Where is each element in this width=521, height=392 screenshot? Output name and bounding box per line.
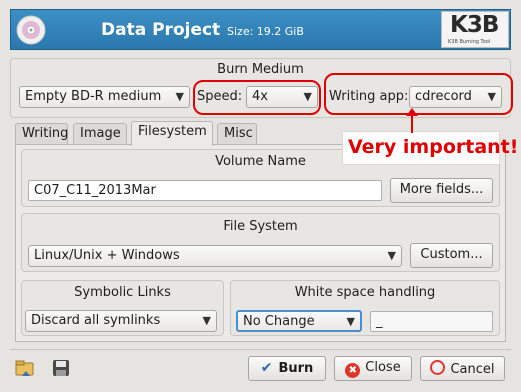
project-header: Data Project Size: 19.2 GiB K3B K3B Burn… bbox=[10, 9, 511, 50]
burn-medium-value: Empty BD-R medium bbox=[25, 89, 162, 104]
annotation-arrow-icon bbox=[406, 108, 418, 133]
burn-button[interactable]: ✔ Burn bbox=[248, 356, 326, 381]
whitespace-select[interactable]: No Change ▼ bbox=[236, 310, 362, 332]
annotation-callout: Very important! bbox=[342, 131, 518, 165]
close-icon: ✖ bbox=[345, 363, 361, 378]
volume-name-input[interactable]: C07_C11_2013Mar bbox=[28, 180, 382, 201]
cancel-icon bbox=[430, 360, 446, 375]
footer-divider bbox=[10, 349, 511, 350]
save-icon[interactable] bbox=[50, 357, 72, 379]
project-title: Data Project bbox=[101, 20, 221, 40]
tab-filesystem[interactable]: Filesystem bbox=[131, 121, 213, 146]
custom-button[interactable]: Custom... bbox=[410, 243, 493, 268]
logo-tagline: K3B Burning Tool bbox=[448, 39, 491, 45]
close-button[interactable]: ✖ Close bbox=[334, 356, 412, 381]
symlinks-value: Discard all symlinks bbox=[31, 313, 161, 328]
k3b-logo: K3B K3B Burning Tool bbox=[441, 11, 509, 48]
whitespace-replace-input[interactable]: _ bbox=[370, 311, 493, 332]
whitespace-value: No Change bbox=[243, 314, 315, 329]
logo-text: K3B bbox=[450, 12, 499, 38]
project-size: Size: 19.2 GiB bbox=[227, 25, 304, 38]
chevron-down-icon: ▼ bbox=[303, 90, 312, 103]
chevron-down-icon: ▼ bbox=[487, 90, 496, 103]
chevron-down-icon: ▼ bbox=[387, 249, 396, 262]
disc-icon bbox=[16, 15, 46, 45]
symbolic-links-title: Symbolic Links bbox=[74, 285, 171, 300]
tab-writing[interactable]: Writing bbox=[15, 123, 68, 144]
burn-button-label: Burn bbox=[278, 361, 314, 376]
speed-label: Speed: bbox=[197, 89, 243, 104]
writing-app-label: Writing app: bbox=[329, 89, 409, 104]
cancel-button[interactable]: Cancel bbox=[420, 356, 505, 381]
speed-value: 4x bbox=[252, 89, 268, 104]
tab-image[interactable]: Image bbox=[73, 123, 127, 144]
writing-app-select[interactable]: cdrecord ▼ bbox=[409, 86, 502, 108]
tab-misc[interactable]: Misc bbox=[217, 123, 257, 144]
chevron-down-icon: ▼ bbox=[175, 90, 184, 103]
symlinks-select[interactable]: Discard all symlinks ▼ bbox=[25, 310, 217, 332]
chevron-down-icon: ▼ bbox=[346, 315, 355, 328]
file-system-title: File System bbox=[223, 219, 298, 234]
writing-app-value: cdrecord bbox=[415, 89, 472, 104]
whitespace-title: White space handling bbox=[294, 285, 436, 300]
cancel-button-label: Cancel bbox=[450, 362, 495, 377]
chevron-down-icon: ▼ bbox=[202, 314, 211, 327]
more-fields-button[interactable]: More fields... bbox=[390, 178, 493, 203]
file-system-select[interactable]: Linux/Unix + Windows ▼ bbox=[28, 245, 402, 267]
close-button-label: Close bbox=[365, 360, 401, 375]
load-settings-icon[interactable] bbox=[14, 357, 36, 379]
burn-medium-title: Burn Medium bbox=[217, 62, 304, 77]
checkmark-icon: ✔ bbox=[260, 360, 273, 376]
speed-select[interactable]: 4x ▼ bbox=[246, 86, 318, 108]
burn-medium-select[interactable]: Empty BD-R medium ▼ bbox=[19, 86, 190, 108]
file-system-value: Linux/Unix + Windows bbox=[34, 248, 180, 263]
